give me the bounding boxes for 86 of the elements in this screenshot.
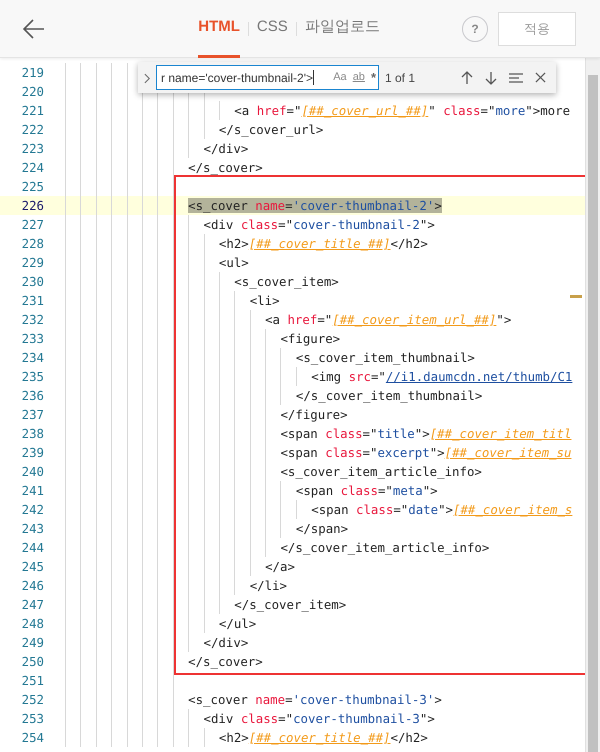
code-line: </ul> (218, 615, 256, 633)
line-number: 254 (20, 729, 45, 747)
back-icon[interactable] (22, 16, 46, 40)
help-button[interactable]: ? (462, 16, 488, 42)
line-number: 235 (20, 368, 45, 386)
line-number: 246 (20, 577, 45, 595)
code-line: <a href="[##_cover_url_##]" class="more">more (234, 102, 570, 120)
code-line: </a> (265, 558, 295, 576)
line-number: 237 (20, 406, 45, 424)
code-line: <a href="[##_cover_item_url_##]"> (265, 311, 512, 329)
code-line: <div class="cover-thumbnail-2"> (204, 216, 435, 234)
line-number: 227 (20, 216, 45, 234)
line-number: 223 (20, 140, 45, 158)
line-number: 230 (20, 273, 45, 291)
code-line: </s_cover> (188, 159, 263, 177)
code-line: <s_cover name='cover-thumbnail-3'> (188, 691, 442, 709)
next-match-icon[interactable] (485, 70, 497, 84)
line-number: 238 (20, 425, 45, 443)
code-line: <s_cover_item> (234, 273, 339, 291)
line-number: 244 (20, 539, 45, 557)
code-line: <div class="cover-thumbnail-3"> (204, 710, 435, 728)
code-line: <span class="excerpt">[##_cover_item_su (280, 444, 572, 462)
code-line: </figure> (280, 406, 348, 424)
code-line: <s_cover_item_article_info> (280, 463, 482, 481)
code-line: </span> (296, 520, 348, 538)
code-line: <figure> (280, 330, 340, 348)
code-line: </li> (250, 577, 287, 595)
line-number: 243 (20, 520, 45, 538)
code-line: <s_cover_item_thumbnail> (296, 349, 475, 367)
line-number: 226 (20, 197, 45, 215)
line-number: 248 (20, 615, 45, 633)
line-number: 228 (20, 235, 45, 253)
line-number: 241 (20, 482, 45, 500)
whole-word-icon[interactable]: ab (352, 69, 365, 86)
line-number: 251 (20, 672, 45, 690)
line-number: 219 (20, 64, 45, 82)
code-line: </div> (204, 634, 248, 652)
line-number: 240 (20, 463, 45, 481)
regex-icon[interactable]: * (370, 68, 376, 88)
line-number: 242 (20, 501, 45, 519)
apply-button[interactable]: 적용 (498, 12, 576, 46)
overview-marker-icon (570, 295, 582, 298)
code-line: </s_cover_item_thumbnail> (296, 387, 482, 405)
line-number: 229 (20, 254, 45, 272)
line-number: 234 (20, 349, 45, 367)
scrollbar-thumb[interactable] (588, 75, 598, 752)
line-number: 220 (20, 83, 45, 101)
match-count: 1 of 1 (385, 70, 416, 86)
line-number: 245 (20, 558, 45, 576)
code-line: <span class="title">[##_cover_item_titl (280, 425, 572, 443)
code-line: </div> (204, 140, 248, 158)
line-number: 232 (20, 311, 45, 329)
editor-tab[interactable]: 파일업로드 (304, 0, 380, 58)
line-number: 224 (20, 159, 45, 177)
code-line: </s_cover_item> (234, 596, 346, 614)
line-number: 225 (20, 178, 45, 196)
line-number: 236 (20, 387, 45, 405)
code-line: <h2>[##_cover_title_##]</h2> (218, 235, 428, 253)
editor-tab[interactable]: CSS (256, 0, 288, 58)
code-line: </s_cover_item_article_info> (280, 539, 490, 557)
line-number: 233 (20, 330, 45, 348)
code-line: <img src="//i1.daumcdn.net/thumb/C1 (311, 368, 572, 386)
code-line: <h2>[##_cover_title_##]</h2> (218, 729, 428, 747)
find-input[interactable]: r name='cover-thumbnail-2'> Aa ab * (156, 65, 379, 90)
editor-tab[interactable]: HTML (198, 0, 240, 58)
line-number: 247 (20, 596, 45, 614)
code-editor[interactable] (0, 58, 600, 752)
line-number: 250 (20, 653, 45, 671)
line-number: 221 (20, 102, 45, 120)
line-number: 253 (20, 710, 45, 728)
code-line: </s_cover_url> (218, 121, 324, 139)
line-number: 252 (20, 691, 45, 709)
close-icon[interactable] (535, 72, 546, 83)
code-line: <span class="date">[##_cover_item_s (311, 501, 572, 519)
find-in-selection-icon[interactable] (509, 72, 523, 84)
code-line: <span class="meta"> (296, 482, 438, 500)
code-line: </s_cover> (188, 653, 263, 671)
code-line: <li> (250, 292, 280, 310)
line-number: 231 (20, 292, 45, 310)
line-number: 249 (20, 634, 45, 652)
previous-match-icon[interactable] (461, 70, 473, 84)
code-line: <ul> (218, 254, 249, 272)
line-number: 239 (20, 444, 45, 462)
code-line: <s_cover name='cover-thumbnail-2'> (188, 197, 442, 215)
match-case-icon[interactable]: Aa (333, 69, 347, 86)
line-number: 222 (20, 121, 45, 139)
